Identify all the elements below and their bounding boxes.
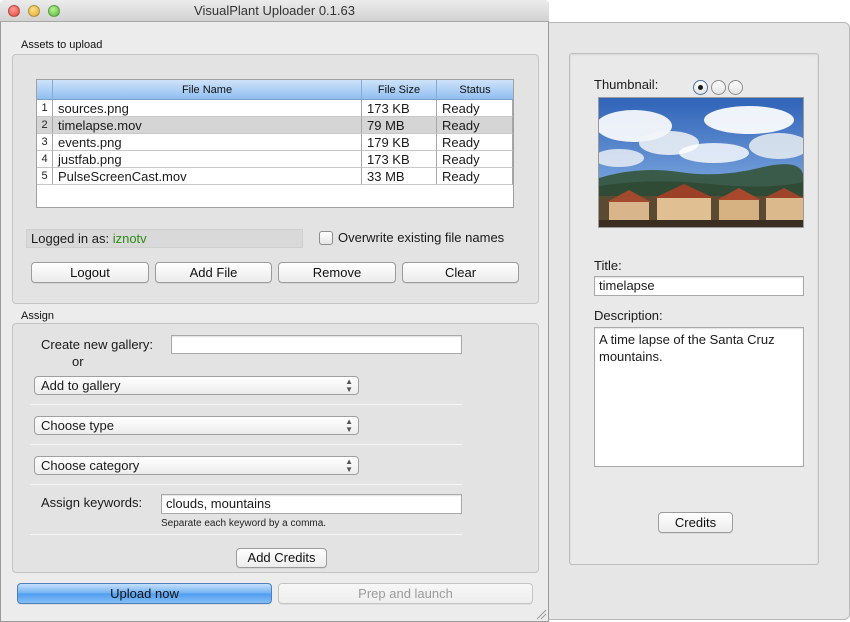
status-header[interactable]: Status xyxy=(437,80,513,100)
table-row[interactable]: 2 timelapse.mov 79 MB Ready xyxy=(37,117,513,134)
logged-in-username: iznotv xyxy=(112,231,147,246)
logout-button[interactable]: Logout xyxy=(31,262,149,283)
row-number: 2 xyxy=(37,117,53,134)
row-number-header xyxy=(37,80,53,100)
zoom-window-icon[interactable] xyxy=(48,5,60,17)
prep-and-launch-button[interactable]: Prep and launch xyxy=(278,583,533,604)
status-cell: Ready xyxy=(437,134,513,151)
gallery-select[interactable]: Add to gallery ▲ ▼ xyxy=(34,376,359,395)
clear-button[interactable]: Clear xyxy=(402,262,519,283)
gallery-select-value: Add to gallery xyxy=(41,378,121,393)
file-name-cell: justfab.png xyxy=(53,151,362,168)
row-number: 5 xyxy=(37,168,53,185)
type-select[interactable]: Choose type ▲ ▼ xyxy=(34,416,359,435)
new-gallery-label: Create new gallery: xyxy=(41,337,153,352)
status-cell: Ready xyxy=(437,151,513,168)
close-window-icon[interactable] xyxy=(8,5,20,17)
divider xyxy=(30,404,462,405)
row-number: 4 xyxy=(37,151,53,168)
file-name-header[interactable]: File Name xyxy=(53,80,362,100)
file-name-cell: timelapse.mov xyxy=(53,117,362,134)
assign-section-label: Assign xyxy=(21,310,55,322)
title-field[interactable]: timelapse xyxy=(594,276,804,296)
status-cell: Ready xyxy=(437,168,513,185)
file-name-cell: PulseScreenCast.mov xyxy=(53,168,362,185)
file-size-cell: 179 KB xyxy=(362,134,437,151)
window-title: VisualPlant Uploader 0.1.63 xyxy=(194,3,355,18)
status-cell: Ready xyxy=(437,100,513,117)
divider xyxy=(30,444,462,445)
thumbnail-option-3[interactable] xyxy=(728,80,743,95)
chevron-up-down-icon: ▲ ▼ xyxy=(345,417,353,434)
type-select-value: Choose type xyxy=(41,418,114,433)
keywords-hint: Separate each keyword by a comma. xyxy=(161,518,327,529)
table-row[interactable]: 5 PulseScreenCast.mov 33 MB Ready xyxy=(37,168,513,185)
table-row[interactable]: 3 events.png 179 KB Ready xyxy=(37,134,513,151)
thumbnail-option-2[interactable] xyxy=(711,80,726,95)
chevron-up-down-icon: ▲ ▼ xyxy=(345,377,353,394)
file-size-header[interactable]: File Size xyxy=(362,80,437,100)
overwrite-checkbox[interactable] xyxy=(319,231,333,245)
keywords-input[interactable]: clouds, mountains xyxy=(161,494,462,514)
divider xyxy=(30,534,462,535)
divider xyxy=(30,484,462,485)
credits-button[interactable]: Credits xyxy=(658,512,733,533)
logged-in-label: Logged in as: xyxy=(31,231,110,246)
new-gallery-input[interactable] xyxy=(171,335,462,354)
chevron-up-down-icon: ▲ ▼ xyxy=(345,457,353,474)
description-label: Description: xyxy=(594,308,663,323)
remove-button[interactable]: Remove xyxy=(278,262,396,283)
file-size-cell: 79 MB xyxy=(362,117,437,134)
assets-table: File Name File Size Status 1 sources.png 1… xyxy=(36,79,514,208)
category-select[interactable]: Choose category ▲ ▼ xyxy=(34,456,359,475)
table-row[interactable]: 1 sources.png 173 KB Ready xyxy=(37,100,513,117)
assets-section-label: Assets to upload xyxy=(21,39,103,51)
thumbnail-label: Thumbnail: xyxy=(594,77,659,92)
file-name-cell: sources.png xyxy=(53,100,362,117)
file-size-cell: 33 MB xyxy=(362,168,437,185)
file-size-cell: 173 KB xyxy=(362,151,437,168)
upload-now-button[interactable]: Upload now xyxy=(17,583,272,604)
thumbnail-option-1[interactable] xyxy=(693,80,708,95)
keywords-label: Assign keywords: xyxy=(41,495,143,510)
minimize-window-icon[interactable] xyxy=(28,5,40,17)
description-field[interactable]: A time lapse of the Santa Cruz mountains… xyxy=(594,327,804,467)
title-bar: VisualPlant Uploader 0.1.63 xyxy=(0,0,549,22)
category-select-value: Choose category xyxy=(41,458,140,473)
row-number: 3 xyxy=(37,134,53,151)
add-credits-button[interactable]: Add Credits xyxy=(236,548,327,568)
file-size-cell: 173 KB xyxy=(362,100,437,117)
resize-grip-icon[interactable] xyxy=(535,608,547,620)
row-number: 1 xyxy=(37,100,53,117)
title-label: Title: xyxy=(594,258,622,273)
thumbnail-photo xyxy=(594,98,809,227)
assign-group xyxy=(12,323,539,573)
table-row[interactable]: 4 justfab.png 173 KB Ready xyxy=(37,151,513,168)
add-file-button[interactable]: Add File xyxy=(155,262,272,283)
or-label: or xyxy=(72,354,84,369)
overwrite-label: Overwrite existing file names xyxy=(338,230,505,245)
login-status: Logged in as: iznotv xyxy=(26,229,303,248)
thumbnail-image xyxy=(594,97,809,228)
status-cell: Ready xyxy=(437,117,513,134)
file-name-cell: events.png xyxy=(53,134,362,151)
